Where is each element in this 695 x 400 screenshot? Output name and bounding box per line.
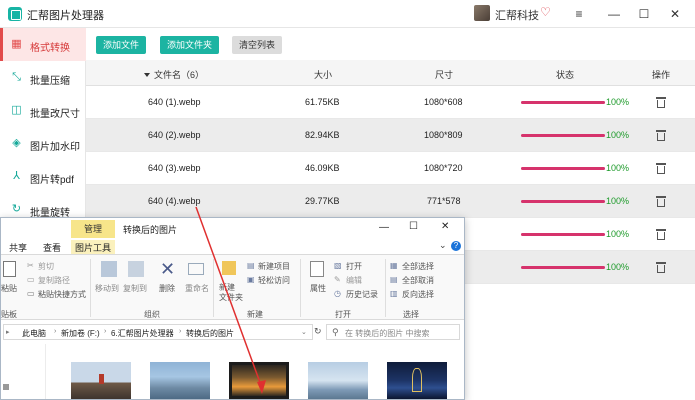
annotation-arrow	[195, 206, 266, 394]
